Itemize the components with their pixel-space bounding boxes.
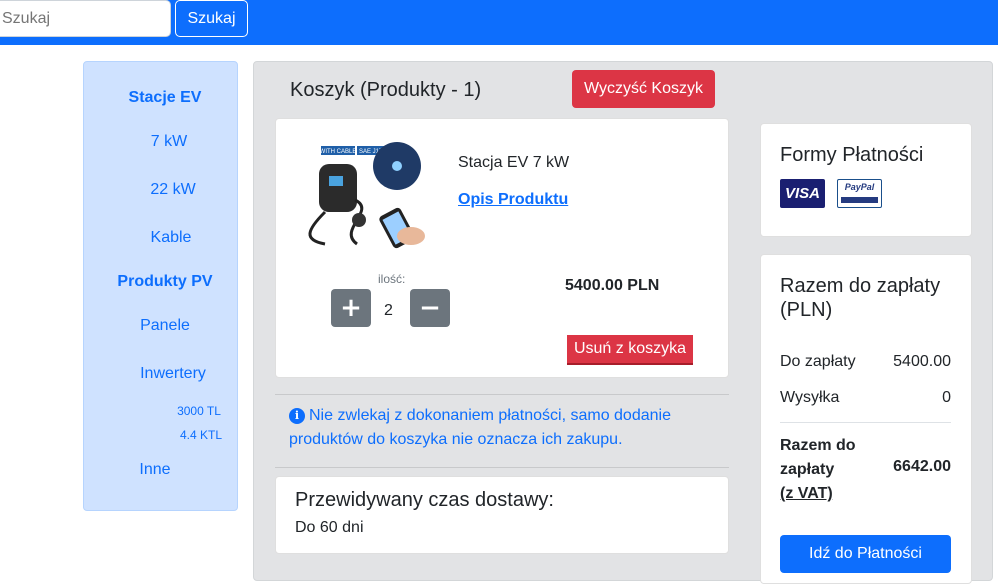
payment-methods-title: Formy Płatności <box>780 144 924 166</box>
delivery-card <box>275 476 729 554</box>
product-description-link[interactable]: Opis Produktu <box>458 191 568 209</box>
grand-total-label-line2: zapłaty <box>780 461 835 478</box>
remove-from-cart-button[interactable]: Usuń z koszyka <box>567 335 693 365</box>
shipping-label: Wysyłka <box>780 389 840 406</box>
cart-title: Koszyk (Produkty - 1) <box>290 79 482 101</box>
image-label-with-cable: WITH CABLE <box>320 149 357 155</box>
visa-icon: VISA <box>780 179 825 208</box>
search-button[interactable]: Szukaj <box>175 0 248 37</box>
subtotal-value: 5400.00 <box>893 353 951 370</box>
checkout-button[interactable]: Idź do Płatności <box>780 535 951 573</box>
product-image[interactable]: WITH CABLE SAE J1772 <box>297 140 435 252</box>
info-icon: i <box>289 408 305 424</box>
info-message-text: Nie zwlekaj z dokonaniem płatności, samo… <box>289 407 671 448</box>
grand-total-label: Razem do zapłaty (z VAT) <box>780 434 856 506</box>
grand-total-vat-note: (z VAT) <box>780 485 833 502</box>
paypal-icon: PayPal <box>837 179 882 208</box>
sidebar-item-stacje-ev[interactable]: Stacje EV <box>83 89 247 107</box>
sidebar-item-7kw[interactable]: 7 kW <box>83 133 255 151</box>
quantity-plus-button[interactable]: + <box>331 289 371 327</box>
sidebar-item-produkty-pv[interactable]: Produkty PV <box>83 273 247 291</box>
shipping-value: 0 <box>942 389 951 406</box>
subtotal-label: Do zapłaty <box>780 353 856 370</box>
grand-total-value: 6642.00 <box>893 458 951 475</box>
delivery-time: Do 60 dni <box>295 519 364 536</box>
sidebar-item-inwertery[interactable]: Inwertery <box>83 365 263 383</box>
sidebar-item-22kw[interactable]: 22 kW <box>83 181 263 199</box>
paypal-label: PayPal <box>844 182 875 192</box>
top-navbar: Szukaj <box>0 0 998 45</box>
grand-total-label-line1: Razem do <box>780 437 856 454</box>
search-input[interactable] <box>0 0 171 37</box>
quantity-minus-button[interactable]: − <box>410 289 450 327</box>
product-name: Stacja EV 7 kW <box>458 154 570 171</box>
sidebar-item-inne[interactable]: Inne <box>83 461 227 479</box>
product-price: 5400.00 PLN <box>565 277 660 294</box>
summary-divider <box>780 422 951 423</box>
sidebar-item-panele[interactable]: Panele <box>83 317 247 335</box>
quantity-label: ilość: <box>378 272 406 286</box>
sidebar-item-kable[interactable]: Kable <box>83 229 259 247</box>
info-message: i Nie zwlekaj z dokonaniem płatności, sam… <box>289 404 719 452</box>
clear-cart-button[interactable]: Wyczyść Koszyk <box>572 70 715 108</box>
delivery-title: Przewidywany czas dostawy: <box>295 489 554 511</box>
divider <box>275 467 729 468</box>
divider <box>275 394 729 395</box>
order-summary-title: Razem do zapłaty (PLN) <box>780 275 941 321</box>
quantity-value: 2 <box>384 302 393 319</box>
